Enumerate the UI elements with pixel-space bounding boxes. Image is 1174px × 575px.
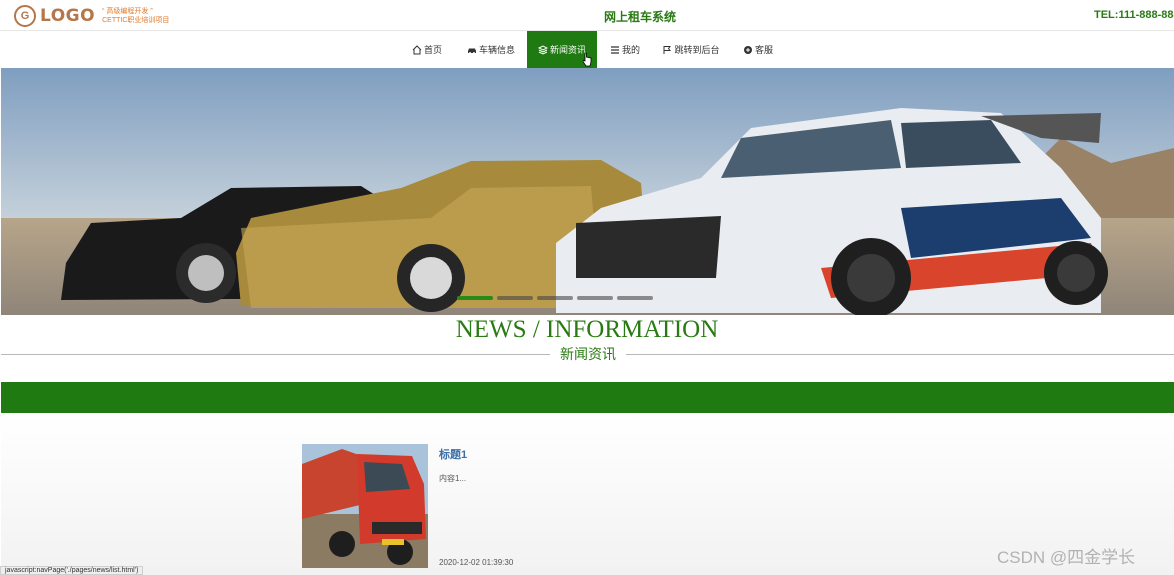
nav-item-home[interactable]: 首页 [406, 31, 448, 68]
logo[interactable]: G LOGO “ 高级编程开发 ” CETTIC职业培训项目 [14, 5, 169, 27]
flag-icon [663, 45, 672, 54]
logo-text: LOGO [40, 6, 96, 26]
truck-image [302, 444, 428, 568]
category-bar [1, 382, 1174, 413]
nav-item-label: 跳转到后台 [674, 45, 720, 55]
carousel-dot[interactable] [497, 296, 533, 300]
nav-item-admin[interactable]: 跳转到后台 [658, 31, 724, 68]
carousel-dot[interactable] [577, 296, 613, 300]
section-title-en: NEWS / INFORMATION [455, 316, 719, 343]
nav-item-label: 首页 [423, 45, 442, 55]
nav-item-label: 客服 [754, 45, 773, 55]
news-list-item[interactable]: 标题1 内容1... 2020-12-02 01:39:30 [302, 444, 702, 570]
logo-mark-icon: G [14, 5, 36, 27]
menu-icon [610, 45, 619, 54]
site-title: 网上租车系统 [603, 10, 676, 24]
carousel-indicators [457, 296, 653, 300]
carousel-dot[interactable] [617, 296, 653, 300]
watermark: CSDN @四金学长 [997, 548, 1136, 567]
logo-subtitle-line1: “ 高级编程开发 ” [102, 8, 153, 15]
nav-item-label: 车辆信息 [478, 45, 515, 55]
telephone: TEL:111-888-8888 [1094, 9, 1174, 21]
browser-status-bar: javascript:navPage('./pages/news/list.ht… [0, 566, 144, 575]
section-title-cn: 新闻资讯 [550, 345, 626, 363]
news-summary: 内容1... [439, 474, 467, 483]
car-icon [467, 48, 476, 54]
banner-image [1, 68, 1174, 315]
news-icon [537, 44, 548, 55]
banner-carousel[interactable] [1, 68, 1174, 315]
service-icon [743, 45, 752, 54]
mouse-pointer-icon [582, 52, 592, 67]
news-thumbnail[interactable] [302, 444, 428, 568]
carousel-dot[interactable] [457, 296, 493, 300]
logo-subtitle: “ 高级编程开发 ” CETTIC职业培训项目 [102, 7, 169, 25]
nav-item-label: 我的 [621, 45, 640, 55]
carousel-dot[interactable] [537, 296, 573, 300]
news-title[interactable]: 标题1 [439, 446, 467, 462]
nav-item-service[interactable]: 客服 [738, 31, 778, 68]
logo-subtitle-line2: CETTIC职业培训项目 [102, 17, 170, 24]
nav-item-label: 新闻资讯 [549, 45, 586, 55]
nav-item-vehicles[interactable]: 车辆信息 [460, 31, 522, 68]
home-icon [412, 44, 422, 54]
top-header: G LOGO “ 高级编程开发 ” CETTIC职业培训项目 网上租车系统 TE… [0, 0, 1174, 31]
nav-item-mine[interactable]: 我的 [606, 31, 644, 68]
news-date: 2020-12-02 01:39:30 [439, 558, 514, 567]
